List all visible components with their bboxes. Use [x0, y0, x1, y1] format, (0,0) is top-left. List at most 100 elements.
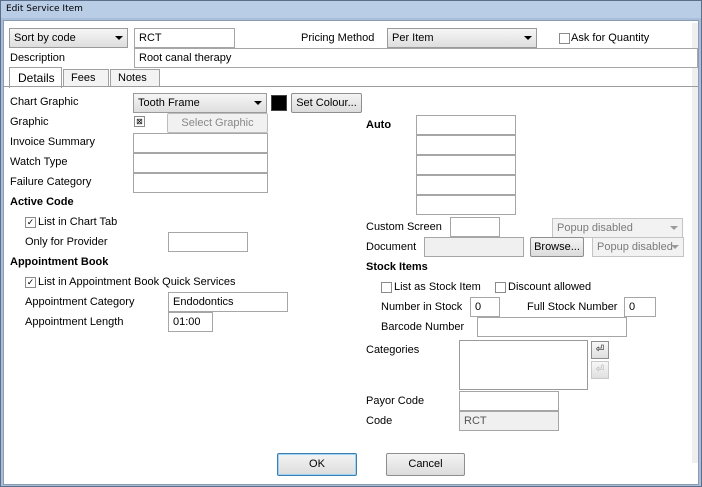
payor-code-input[interactable] [459, 391, 559, 411]
chart-graphic-label: Chart Graphic [10, 96, 79, 108]
chevron-down-icon [670, 226, 678, 230]
auto-input-3[interactable] [416, 155, 516, 175]
categories-label: Categories [366, 344, 420, 356]
list-as-stock-checkbox[interactable] [381, 282, 392, 293]
tab-divider [4, 86, 698, 87]
code-readonly-value: RCT [464, 415, 487, 427]
stock-items-heading: Stock Items [366, 261, 428, 273]
categories-listbox[interactable] [459, 340, 588, 390]
description-label: Description [10, 52, 66, 64]
cancel-button-label: Cancel [408, 458, 443, 470]
failure-category-label: Failure Category [10, 176, 92, 188]
list-in-quick-services-label: List in Appointment Book Quick Services [38, 276, 236, 288]
barcode-number-input[interactable] [477, 317, 627, 337]
custom-screen-popup-select[interactable]: Popup disabled [552, 218, 683, 238]
browse-button-label: Browse... [534, 241, 580, 253]
code-input[interactable]: RCT [134, 28, 235, 48]
auto-input-4[interactable] [416, 175, 516, 195]
code-readonly-input: RCT [459, 411, 559, 431]
graphic-label: Graphic [10, 116, 49, 128]
invoice-summary-label: Invoice Summary [10, 136, 95, 148]
dialog-body: Sort by code RCT Pricing Method Per Item… [3, 20, 699, 485]
appointment-category-value: Endodontics [173, 296, 234, 308]
number-in-stock-value: 0 [475, 301, 482, 313]
list-in-quick-services-checkbox[interactable]: ✓ [25, 277, 36, 288]
select-graphic-button[interactable]: Select Graphic [167, 113, 268, 133]
list-in-chart-tab-label: List in Chart Tab [38, 216, 118, 228]
document-popup-value: Popup disabled [597, 241, 673, 253]
graphic-placeholder-icon: ⊠ [134, 116, 145, 127]
full-stock-number-label: Full Stock Number [527, 301, 618, 313]
only-for-provider-input[interactable] [168, 232, 248, 252]
description-input-value: Root canal therapy [139, 52, 232, 64]
sort-select[interactable]: Sort by code [9, 28, 128, 48]
document-popup-select[interactable]: Popup disabled [592, 237, 684, 257]
code-label: Code [366, 415, 393, 427]
tab-notes[interactable]: Notes [110, 69, 160, 87]
custom-screen-input[interactable] [450, 217, 500, 237]
full-stock-number-value: 0 [629, 301, 636, 313]
document-input[interactable] [424, 237, 524, 257]
ask-quantity-checkbox[interactable] [559, 33, 570, 44]
chart-graphic-value: Tooth Frame [138, 97, 200, 109]
appointment-category-label: Appointment Category [25, 296, 135, 308]
window-title: Edit Service Item [6, 4, 83, 14]
active-code-heading: Active Code [10, 196, 74, 208]
browse-button[interactable]: Browse... [530, 237, 584, 257]
appointment-category-input[interactable]: Endodontics [168, 292, 288, 312]
list-as-stock-label: List as Stock Item [394, 281, 481, 293]
chevron-down-icon [671, 245, 679, 249]
colour-swatch [271, 95, 287, 111]
number-in-stock-input[interactable]: 0 [470, 297, 500, 317]
appointment-length-label: Appointment Length [25, 316, 124, 328]
chevron-down-icon [115, 36, 123, 40]
description-input[interactable]: Root canal therapy [134, 48, 698, 68]
chevron-down-icon [254, 101, 262, 105]
tab-fees[interactable]: Fees [63, 69, 109, 87]
only-for-provider-label: Only for Provider [25, 236, 108, 248]
auto-input-5[interactable] [416, 195, 516, 215]
pricing-method-label: Pricing Method [301, 32, 375, 44]
failure-category-input[interactable] [133, 173, 268, 193]
code-input-value: RCT [139, 32, 162, 44]
invoice-summary-input[interactable] [133, 133, 268, 153]
list-in-chart-tab-checkbox[interactable]: ✓ [25, 217, 36, 228]
ok-button-label: OK [309, 458, 325, 470]
remove-category-icon[interactable]: ⏎ [591, 361, 609, 379]
chevron-down-icon [524, 36, 532, 40]
cancel-button[interactable]: Cancel [386, 453, 465, 476]
pricing-method-value: Per Item [392, 32, 434, 44]
document-label: Document [366, 241, 417, 253]
discount-allowed-checkbox[interactable] [495, 282, 506, 293]
barcode-number-label: Barcode Number [381, 321, 465, 333]
ok-button[interactable]: OK [277, 453, 357, 476]
appointment-length-input[interactable]: 01:00 [168, 312, 213, 332]
custom-screen-popup-value: Popup disabled [557, 222, 633, 234]
ask-quantity-label: Ask for Quantity [571, 32, 650, 44]
add-category-icon[interactable]: ⏎ [591, 341, 609, 359]
chart-graphic-select[interactable]: Tooth Frame [133, 93, 267, 113]
set-colour-button-label: Set Colour... [296, 97, 357, 109]
appointment-length-value: 01:00 [173, 316, 201, 328]
payor-code-label: Payor Code [366, 395, 425, 407]
sort-select-value: Sort by code [14, 32, 76, 44]
full-stock-number-input[interactable]: 0 [624, 297, 656, 317]
pricing-method-select[interactable]: Per Item [387, 28, 537, 48]
watch-type-label: Watch Type [10, 156, 68, 168]
auto-input-2[interactable] [416, 135, 516, 155]
tab-details-label: Details [18, 71, 55, 85]
vertical-scrollbar[interactable] [692, 23, 698, 463]
auto-input-1[interactable] [416, 115, 516, 135]
select-graphic-button-label: Select Graphic [181, 117, 254, 129]
custom-screen-label: Custom Screen [366, 221, 442, 233]
tab-notes-label: Notes [118, 72, 147, 84]
auto-heading: Auto [366, 119, 392, 131]
tab-details[interactable]: Details [9, 67, 62, 88]
edit-service-item-window: Edit Service Item Sort by code RCT Prici… [0, 0, 702, 487]
appointment-book-heading: Appointment Book [10, 256, 109, 268]
discount-allowed-label: Discount allowed [508, 281, 592, 293]
set-colour-button[interactable]: Set Colour... [291, 93, 362, 113]
title-bar[interactable]: Edit Service Item [1, 1, 701, 18]
number-in-stock-label: Number in Stock [381, 301, 463, 313]
watch-type-input[interactable] [133, 153, 268, 173]
